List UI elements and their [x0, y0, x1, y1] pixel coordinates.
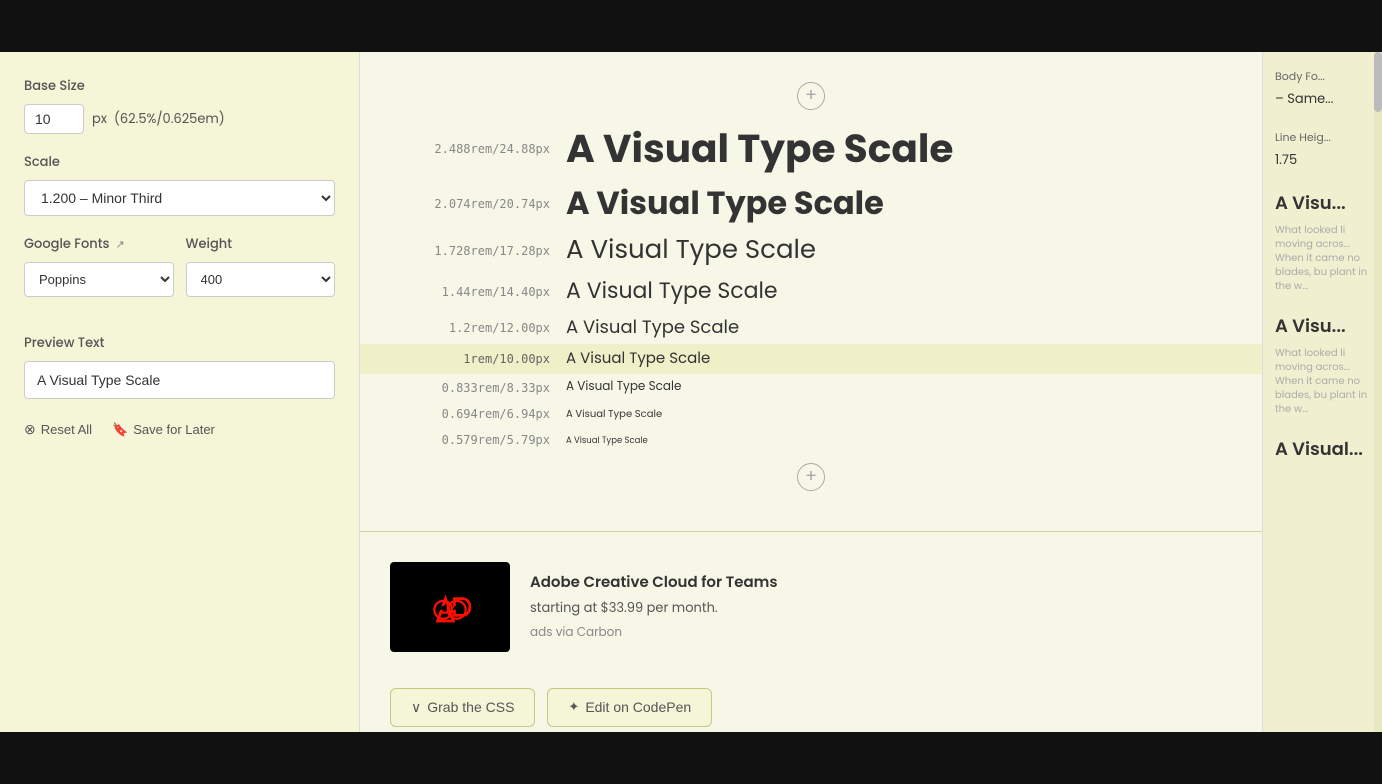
base-size-input[interactable] — [24, 104, 84, 134]
scale-preview-6: A Visual Type Scale — [566, 350, 710, 368]
scale-preview-7: A Visual Type Scale — [566, 380, 681, 394]
ad-section: Adobe Creative Cloud for Teams starting … — [360, 542, 1262, 672]
base-size-label: Base Size — [24, 76, 335, 96]
scale-row-2: 2.074rem/20.74px A Visual Type Scale — [390, 179, 1232, 229]
scale-row-5: 1.2rem/12.00px A Visual Type Scale — [390, 311, 1232, 345]
scale-preview-1: A Visual Type Scale — [566, 126, 953, 173]
scale-row-4: 1.44rem/14.40px A Visual Type Scale — [390, 272, 1232, 310]
ad-text: Adobe Creative Cloud for Teams starting … — [530, 571, 778, 642]
ad-title[interactable]: Adobe Creative Cloud for Teams — [530, 571, 778, 594]
scale-section: Scale 1.067 – Minor Second 1.125 – Major… — [24, 152, 335, 216]
scale-row-6: 1rem/10.00px A Visual Type Scale — [360, 344, 1262, 374]
right-panel-same-label: – Same... — [1275, 89, 1370, 109]
right-panel-line-height-label: Line Heig... — [1275, 129, 1370, 146]
bottom-bar — [0, 732, 1382, 784]
base-size-section: Base Size px (62.5%/0.625em) — [24, 76, 335, 134]
scale-row-1: 2.488rem/24.88px A Visual Type Scale — [390, 120, 1232, 179]
font-select[interactable]: Poppins Roboto Open Sans Lato Montserrat — [24, 262, 174, 297]
ad-via: ads via Carbon — [530, 624, 778, 642]
scale-label-9: 0.579rem/5.79px — [390, 433, 550, 447]
weight-section: Weight 100200300 400500600 700800900 — [186, 234, 336, 297]
right-panel: ‹ Body Fo... – Same... Line Heig... 1.75… — [1262, 52, 1382, 732]
reset-all-button[interactable]: ⊗ Reset All — [24, 421, 92, 438]
weight-label: Weight — [186, 234, 336, 254]
preview-text-section: Preview Text — [24, 333, 335, 399]
google-fonts-label: Google Fonts — [24, 234, 110, 254]
scale-label-1: 2.488rem/24.88px — [390, 142, 550, 156]
preview-text-label: Preview Text — [24, 333, 335, 353]
add-scale-bottom-button[interactable]: + — [390, 463, 1232, 491]
right-panel-preview-1: A Visu... What looked li moving acros...… — [1275, 190, 1370, 293]
right-panel-text-4: When it came no blades, bu plant in the … — [1275, 374, 1370, 416]
google-fonts-section: Google Fonts ↗ Poppins Roboto Open Sans … — [24, 234, 174, 297]
divider — [360, 531, 1262, 532]
scale-label-8: 0.694rem/6.94px — [390, 407, 550, 421]
right-panel-text-2: When it came no blades, bu plant in the … — [1275, 251, 1370, 293]
scale-row-7: 0.833rem/8.33px A Visual Type Scale — [390, 374, 1232, 400]
scale-row-8: 0.694rem/6.94px A Visual Type Scale — [390, 401, 1232, 427]
main-content: + 2.488rem/24.88px A Visual Type Scale 2… — [360, 52, 1262, 732]
scrollbar-thumb[interactable] — [1374, 52, 1382, 112]
scale-preview-2: A Visual Type Scale — [566, 185, 884, 223]
scale-label-6: 1rem/10.00px — [390, 352, 550, 366]
scrollbar-track[interactable] — [1374, 52, 1382, 732]
scale-preview-3: A Visual Type Scale — [566, 235, 816, 266]
panel-toggle-button[interactable]: ‹ — [1262, 367, 1263, 417]
bookmark-icon: 🔖 — [112, 422, 128, 438]
adobe-cc-icon — [422, 579, 478, 635]
edit-codepen-button[interactable]: ✦ Edit on CodePen — [547, 688, 712, 727]
right-panel-preview-2: A Visu... What looked li moving acros...… — [1275, 313, 1370, 416]
scale-preview-5: A Visual Type Scale — [566, 317, 739, 339]
right-panel-line-height-value: 1.75 — [1275, 150, 1370, 170]
scale-label-3: 1.728rem/17.28px — [390, 244, 550, 258]
right-panel-text-1: What looked li moving acros... — [1275, 223, 1370, 251]
grab-css-button[interactable]: ∨ Grab the CSS — [390, 688, 535, 727]
sidebar: Base Size px (62.5%/0.625em) Scale 1.067… — [0, 52, 360, 732]
external-link-icon[interactable]: ↗ — [116, 236, 125, 253]
scale-label-7: 0.833rem/8.33px — [390, 381, 550, 395]
add-icon-top[interactable]: + — [797, 82, 825, 110]
preview-text-input[interactable] — [24, 361, 335, 399]
right-panel-body-font-label: Body Fo... — [1275, 68, 1370, 85]
right-panel-heading-3: A Visual... — [1275, 436, 1370, 463]
scale-preview-9: A Visual Type Scale — [566, 435, 648, 445]
base-size-unit: px (62.5%/0.625em) — [92, 109, 225, 129]
scale-select[interactable]: 1.067 – Minor Second 1.125 – Major Secon… — [24, 180, 335, 216]
scale-preview-4: A Visual Type Scale — [566, 278, 778, 304]
type-scale-area: + 2.488rem/24.88px A Visual Type Scale 2… — [360, 52, 1262, 521]
action-row: ⊗ Reset All 🔖 Save for Later — [24, 421, 335, 438]
scale-label: Scale — [24, 152, 335, 172]
scale-label-5: 1.2rem/12.00px — [390, 321, 550, 335]
ad-subtitle: starting at $33.99 per month. — [530, 598, 778, 618]
scale-row-9: 0.579rem/5.79px A Visual Type Scale — [390, 427, 1232, 453]
right-panel-heading-2: A Visu... — [1275, 313, 1370, 340]
save-for-later-button[interactable]: 🔖 Save for Later — [112, 422, 215, 438]
scale-label-2: 2.074rem/20.74px — [390, 197, 550, 211]
scale-preview-8: A Visual Type Scale — [566, 408, 662, 420]
right-panel-heading-1: A Visu... — [1275, 190, 1370, 217]
right-panel-body-font: Body Fo... – Same... — [1275, 68, 1370, 109]
chevron-down-icon: ∨ — [411, 699, 421, 716]
right-panel-preview-3: A Visual... — [1275, 436, 1370, 469]
scale-row-3: 1.728rem/17.28px A Visual Type Scale — [390, 229, 1232, 272]
codepen-icon: ✦ — [568, 699, 579, 715]
weight-select[interactable]: 100200300 400500600 700800900 — [186, 262, 336, 297]
ad-image[interactable] — [390, 562, 510, 652]
add-scale-top-button[interactable]: + — [390, 82, 1232, 110]
reset-icon: ⊗ — [24, 421, 36, 438]
top-bar — [0, 0, 1382, 52]
right-panel-line-height: Line Heig... 1.75 — [1275, 129, 1370, 170]
scale-label-4: 1.44rem/14.40px — [390, 285, 550, 299]
bottom-buttons: ∨ Grab the CSS ✦ Edit on CodePen — [360, 672, 1262, 732]
add-icon-bottom[interactable]: + — [797, 463, 825, 491]
right-panel-text-3: What looked li moving acros... — [1275, 346, 1370, 374]
